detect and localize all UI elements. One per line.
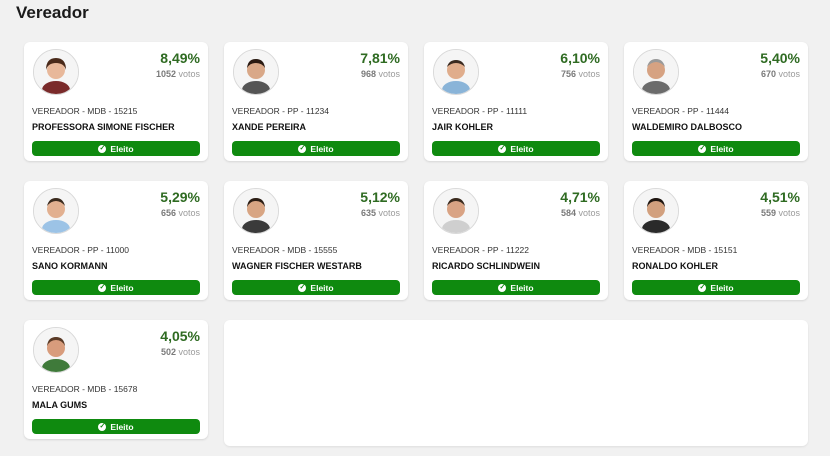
party-line: VEREADOR - MDB - 15555 (232, 245, 338, 255)
candidate-name: PROFESSORA SIMONE FISCHER (32, 122, 175, 132)
vote-count: 559 votos (760, 208, 800, 218)
candidate-name: RONALDO KOHLER (632, 261, 718, 271)
candidate-photo (433, 49, 479, 95)
vote-count: 1052 votos (155, 69, 200, 79)
elected-badge: ✓ Eleito (32, 419, 200, 434)
check-circle-icon: ✓ (698, 283, 707, 292)
vote-percentage: 8,49% (160, 50, 200, 66)
candidate-card[interactable]: 5,40% 670 votos VEREADOR - PP - 11444 WA… (624, 42, 808, 161)
vote-count: 502 votos (160, 347, 200, 357)
party-line: VEREADOR - PP - 11222 (432, 245, 530, 255)
empty-panel (224, 320, 808, 446)
elected-badge: ✓ Eleito (632, 280, 800, 295)
vote-percentage: 4,05% (160, 328, 200, 344)
vote-percentage: 6,10% (560, 50, 600, 66)
check-circle-icon: ✓ (298, 144, 307, 153)
party-line: VEREADOR - MDB - 15151 (632, 245, 738, 255)
elected-badge: ✓ Eleito (32, 141, 200, 156)
candidate-card[interactable]: 4,05% 502 votos VEREADOR - MDB - 15678 M… (24, 320, 208, 439)
candidate-name: RICARDO SCHLINDWEIN (432, 261, 540, 271)
candidate-photo (633, 188, 679, 234)
party-line: VEREADOR - MDB - 15678 (32, 384, 138, 394)
elected-badge: ✓ Eleito (432, 141, 600, 156)
candidate-card[interactable]: 5,12% 635 votos VEREADOR - MDB - 15555 W… (224, 181, 408, 300)
candidate-card[interactable]: 7,81% 968 votos VEREADOR - PP - 11234 XA… (224, 42, 408, 161)
candidate-name: SANO KORMANN (32, 261, 108, 271)
vote-count: 656 votos (160, 208, 200, 218)
candidate-photo (433, 188, 479, 234)
party-line: VEREADOR - MDB - 15215 (32, 106, 138, 116)
check-circle-icon: ✓ (498, 283, 507, 292)
candidate-card[interactable]: 4,51% 559 votos VEREADOR - MDB - 15151 R… (624, 181, 808, 300)
elected-badge: ✓ Eleito (632, 141, 800, 156)
vote-percentage: 7,81% (360, 50, 400, 66)
candidate-photo (233, 188, 279, 234)
candidate-name: WAGNER FISCHER WESTARB (232, 261, 362, 271)
vote-percentage: 4,71% (560, 189, 600, 205)
vote-count: 670 votos (760, 69, 800, 79)
candidate-photo (633, 49, 679, 95)
candidate-photo (33, 188, 79, 234)
candidate-name: WALDEMIRO DALBOSCO (632, 122, 742, 132)
check-circle-icon: ✓ (298, 283, 307, 292)
candidate-card[interactable]: 8,49% 1052 votos VEREADOR - MDB - 15215 … (24, 42, 208, 161)
check-circle-icon: ✓ (698, 144, 707, 153)
elected-badge: ✓ Eleito (232, 280, 400, 295)
vote-percentage: 5,12% (360, 189, 400, 205)
check-circle-icon: ✓ (98, 422, 107, 431)
elected-badge: ✓ Eleito (432, 280, 600, 295)
candidate-photo (233, 49, 279, 95)
candidate-name: JAIR KOHLER (432, 122, 494, 132)
party-line: VEREADOR - PP - 11000 (32, 245, 130, 255)
candidate-photo (33, 49, 79, 95)
candidate-name: MALA GUMS (32, 400, 88, 410)
vote-count: 584 votos (560, 208, 600, 218)
elected-badge: ✓ Eleito (232, 141, 400, 156)
vote-count: 968 votos (360, 69, 400, 79)
candidate-card[interactable]: 6,10% 756 votos VEREADOR - PP - 11111 JA… (424, 42, 608, 161)
party-line: VEREADOR - PP - 11111 (432, 106, 528, 116)
vote-count: 756 votos (560, 69, 600, 79)
page-title: Vereador (16, 3, 89, 22)
party-line: VEREADOR - PP - 11444 (632, 106, 730, 116)
candidate-card[interactable]: 4,71% 584 votos VEREADOR - PP - 11222 RI… (424, 181, 608, 300)
vote-count: 635 votos (360, 208, 400, 218)
vote-percentage: 4,51% (760, 189, 800, 205)
vote-percentage: 5,29% (160, 189, 200, 205)
check-circle-icon: ✓ (498, 144, 507, 153)
check-circle-icon: ✓ (98, 283, 107, 292)
candidate-name: XANDE PEREIRA (232, 122, 307, 132)
candidate-photo (33, 327, 79, 373)
party-line: VEREADOR - PP - 11234 (232, 106, 330, 116)
check-circle-icon: ✓ (98, 144, 107, 153)
candidate-card[interactable]: 5,29% 656 votos VEREADOR - PP - 11000 SA… (24, 181, 208, 300)
elected-badge: ✓ Eleito (32, 280, 200, 295)
vote-percentage: 5,40% (760, 50, 800, 66)
